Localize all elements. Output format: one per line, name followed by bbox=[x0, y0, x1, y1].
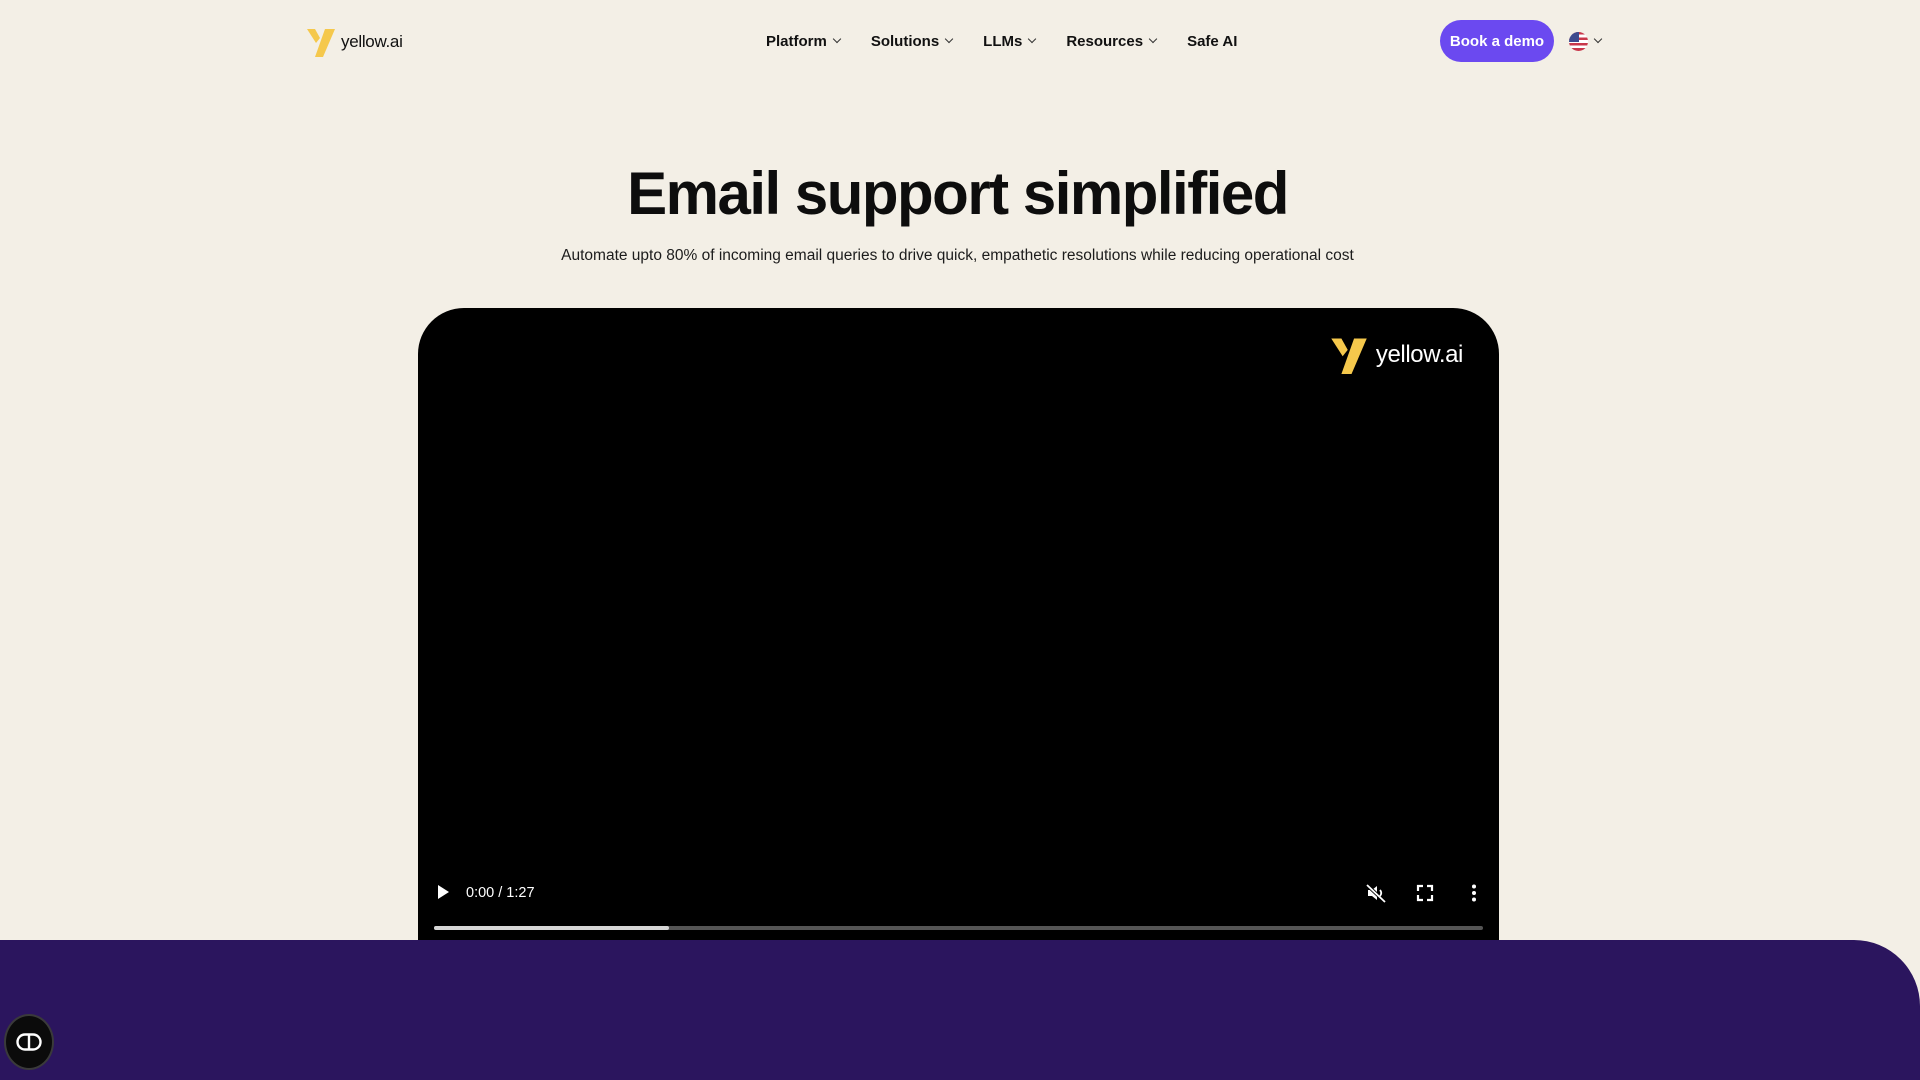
book-demo-button[interactable]: Book a demo bbox=[1440, 20, 1554, 62]
chevron-down-icon bbox=[1593, 34, 1603, 44]
muted-icon[interactable] bbox=[1365, 882, 1387, 904]
page: yellow.ai Platform Solutions LLMs Resour… bbox=[0, 0, 1920, 1080]
us-flag-icon bbox=[1569, 31, 1588, 51]
nav-item-platform[interactable]: Platform bbox=[766, 32, 842, 50]
fullscreen-icon[interactable] bbox=[1414, 882, 1436, 904]
accessibility-icon bbox=[16, 1033, 42, 1051]
site-logo[interactable]: yellow.ai bbox=[307, 27, 403, 57]
video-player[interactable]: yellow.ai 0:00 / 1:27 bbox=[418, 308, 1499, 948]
nav-item-label: Resources bbox=[1066, 32, 1144, 50]
video-time: 0:00 / 1:27 bbox=[466, 885, 535, 901]
logo-text: yellow.ai bbox=[341, 32, 403, 51]
nav-item-resources[interactable]: Resources bbox=[1066, 32, 1158, 50]
yellow-ai-logo-icon bbox=[1331, 338, 1367, 374]
yellow-ai-logo-icon bbox=[307, 29, 335, 57]
footer-band bbox=[0, 940, 1920, 1080]
page-title: Email support simplified bbox=[627, 160, 1289, 227]
chevron-down-icon bbox=[1028, 34, 1037, 44]
video-watermark: yellow.ai bbox=[1330, 336, 1463, 374]
accessibility-button[interactable] bbox=[4, 1014, 54, 1070]
nav-item-llms[interactable]: LLMs bbox=[983, 32, 1037, 50]
more-vertical-icon[interactable] bbox=[1463, 882, 1485, 904]
video-controls: 0:00 / 1:27 bbox=[418, 868, 1499, 948]
main-nav: Platform Solutions LLMs Resources Safe A… bbox=[766, 28, 1237, 54]
nav-item-safe-ai[interactable]: Safe AI bbox=[1187, 33, 1237, 50]
chevron-down-icon bbox=[832, 34, 842, 44]
page-subtitle: Automate upto 80% of incoming email quer… bbox=[561, 247, 1354, 264]
video-watermark-text: yellow.ai bbox=[1375, 341, 1464, 368]
language-selector[interactable] bbox=[1569, 30, 1603, 52]
video-progress-bar[interactable] bbox=[434, 926, 1483, 930]
nav-item-label: Safe AI bbox=[1187, 32, 1238, 50]
video-progress-fill bbox=[434, 926, 669, 930]
chevron-down-icon bbox=[1148, 34, 1158, 44]
chevron-down-icon bbox=[944, 34, 954, 44]
nav-item-label: LLMs bbox=[983, 32, 1023, 50]
nav-item-label: Solutions bbox=[870, 32, 940, 50]
play-icon[interactable] bbox=[436, 884, 452, 902]
nav-item-label: Platform bbox=[766, 32, 827, 50]
nav-item-solutions[interactable]: Solutions bbox=[870, 32, 954, 50]
